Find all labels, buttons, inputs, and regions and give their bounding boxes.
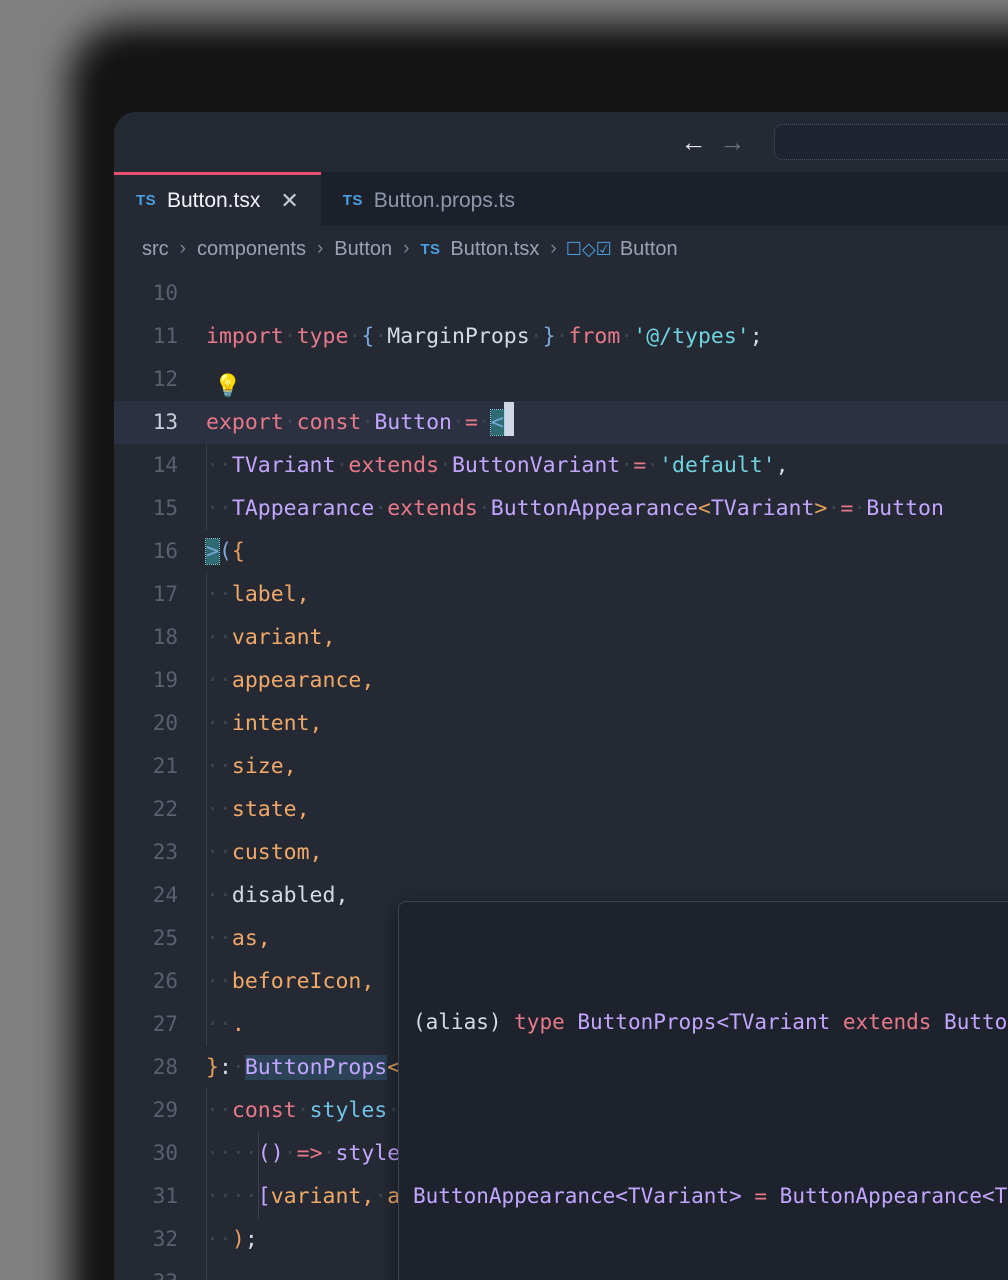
tab-button-tsx[interactable]: TS Button.tsx ✕ [114,172,321,226]
line-number: 32 [152,1227,178,1251]
code-line: 11 import·type·{·MarginProps·}·from·'@/ty… [114,315,1008,358]
breadcrumb: src › components › Button › TS Button.ts… [114,226,1008,272]
breadcrumb-item-file[interactable]: Button.tsx [448,238,541,261]
code-text: ··custom, [200,831,1008,874]
chevron-right-icon: › [316,238,324,259]
line-number: 24 [152,883,178,907]
code-text: import·type·{·MarginProps·}·from·'@/type… [206,324,763,349]
code-line: 17 ··label, [114,573,1008,616]
code-text: ··intent, [200,702,1008,745]
line-number: 33 [114,1261,200,1280]
title-bar: ← → [114,112,1008,172]
code-line-current[interactable]: 13 export·const·Button·=·< [114,401,1008,444]
line-number: 25 [152,926,178,950]
code-text: export·const·Button·=·< [200,401,1008,444]
line-number: 26 [152,969,178,993]
code-line: 15 ··TAppearance·extends·ButtonAppearance… [114,487,1008,530]
line-number: 18 [152,625,178,649]
typescript-icon: TS [342,192,363,209]
line-number: 11 [152,324,178,348]
code-line: 14 ··TVariant·extends·ButtonVariant·=·'de… [114,444,1008,487]
code-line: 10 [114,272,1008,315]
code-line: 22 ··state, [114,788,1008,831]
code-line: 18 ··variant, [114,616,1008,659]
tab-bar: TS Button.tsx ✕ TS Button.props.ts [114,172,1008,226]
chevron-right-icon: › [403,238,410,259]
line-number: 22 [152,797,178,821]
breadcrumb-item-components[interactable]: components [195,238,308,261]
line-number: 29 [152,1098,178,1122]
code-text: ··state, [200,788,1008,831]
tooltip-signature-line: (alias) type ButtonProps<TVariant extend… [413,1010,1008,1034]
code-text: >({ [205,538,245,565]
line-number: 31 [152,1184,178,1208]
typescript-icon: TS [136,192,156,209]
line-number: 17 [152,582,178,606]
hover-type-tooltip: (alias) type ButtonProps<TVariant extend… [398,901,1008,1280]
tab-label: Button.props.ts [373,188,516,212]
code-editor[interactable]: 10 11 import·type·{·MarginProps·}·from·'@… [114,272,1008,1280]
arrow-left-icon[interactable]: ← [674,122,713,162]
breadcrumb-item-src[interactable]: src [140,238,171,261]
line-number: 21 [152,754,178,778]
tab-label: Button.tsx [166,188,261,212]
code-line: 23 ··custom, [114,831,1008,874]
tab-button-props-ts[interactable]: TS Button.props.ts [320,172,538,226]
text-cursor [503,402,514,436]
line-number: 14 [152,453,178,477]
close-icon[interactable]: ✕ [280,189,298,212]
code-text: ··appearance, [200,659,1008,702]
editor-window: ← → TS Button.tsx ✕ TS Button.props.ts s… [114,112,1008,1280]
line-number: 15 [152,496,178,520]
line-number: 28 [152,1055,178,1079]
line-number: 12 [152,367,178,391]
breadcrumb-item-symbol[interactable]: Button [618,238,680,261]
line-number: 19 [152,668,178,692]
chevron-right-icon: › [550,238,557,259]
code-line: 12 💡 [114,358,1008,401]
code-line: 19 ··appearance, [114,659,1008,702]
code-text: ··size, [200,745,1008,788]
line-number: 23 [152,840,178,864]
typescript-icon: TS [420,240,441,258]
code-text: ··TAppearance·extends·ButtonAppearance<T… [200,487,1008,530]
arrow-right-icon[interactable]: → [713,122,752,162]
code-text: ··variant, [200,616,1008,659]
code-line: 21 ··size, [114,745,1008,788]
cube-icon: ☐◇☑ [565,238,612,259]
code-text: ··TVariant·extends·ButtonVariant·=·'defa… [200,444,1008,487]
line-number: 16 [152,539,178,563]
line-number: 27 [152,1012,178,1036]
chevron-right-icon: › [179,238,186,259]
command-center-search[interactable] [773,124,1008,160]
tooltip-signature-line2: ButtonAppearance<TVariant> = ButtonAppea… [413,1184,1008,1208]
code-line: 16 >({ [114,530,1008,573]
line-number: 13 [152,410,178,434]
line-number: 30 [152,1141,178,1165]
code-line: 20 ··intent, [114,702,1008,745]
line-number: 20 [152,711,178,735]
code-text: ··label, [200,573,1008,616]
line-number: 10 [152,281,178,305]
breadcrumb-item-button[interactable]: Button [332,238,394,261]
